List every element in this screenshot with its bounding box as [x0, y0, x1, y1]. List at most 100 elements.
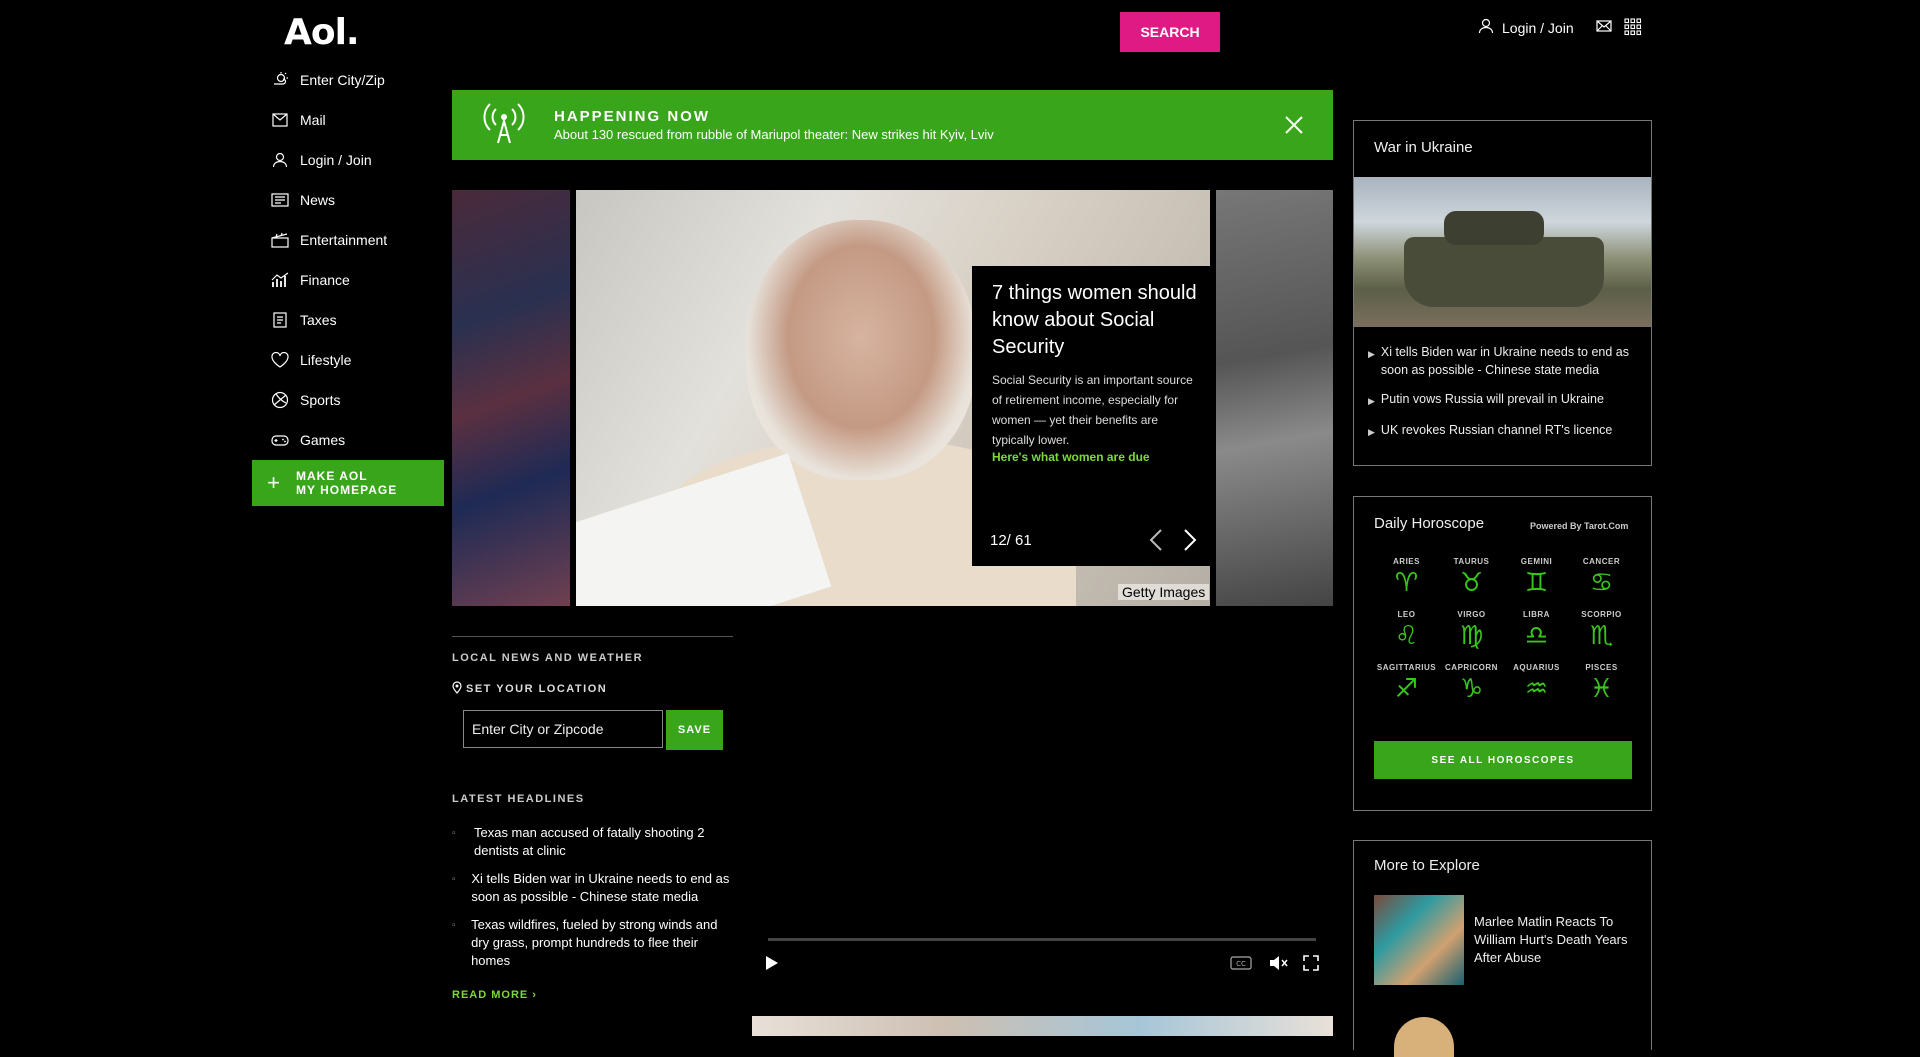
mail-icon[interactable] [1596, 18, 1612, 39]
list-item[interactable]: ▫ Texas man accused of fatally shooting 2… [452, 824, 734, 860]
sidebar-nav: Enter City/Zip Mail Login / Join News En… [270, 60, 450, 460]
happening-now-banner[interactable]: HAPPENING NOW About 130 rescued from rub… [452, 90, 1333, 160]
closed-captions-icon[interactable]: CC [1230, 956, 1252, 975]
bullet-icon: ▫ [452, 920, 456, 931]
gemini-icon: ♊ [1524, 568, 1549, 598]
close-icon[interactable] [1279, 110, 1309, 140]
list-item[interactable]: ▫ Texas wildfires, fueled by strong winds… [452, 916, 734, 970]
save-location-button[interactable]: SAVE [666, 710, 723, 750]
finance-icon [270, 270, 290, 290]
list-item[interactable]: ▶ Putin vows Russia will prevail in Ukrai… [1368, 390, 1640, 410]
heart-icon [270, 350, 290, 370]
slide-previous-thumbnail[interactable] [452, 190, 570, 606]
slide-counter: 12/ 61 [990, 532, 1032, 549]
sidebar-item-taxes[interactable]: Taxes [270, 300, 450, 340]
zodiac-sign-leo[interactable]: LEO ♌ [1374, 610, 1439, 653]
header-login-link[interactable]: Login / Join [1478, 18, 1574, 37]
aol-logo[interactable]: Aol. [284, 12, 360, 53]
headline-text: Xi tells Biden war in Ukraine needs to e… [471, 871, 730, 904]
list-item[interactable]: ▫ Xi tells Biden war in Ukraine needs to … [452, 870, 734, 906]
sidebar-item-label: Finance [300, 272, 350, 288]
panel-title[interactable]: War in Ukraine [1374, 139, 1473, 156]
more-to-explore-panel: More to Explore Marlee Matlin Reacts To … [1353, 840, 1652, 1057]
slide-link[interactable]: Here's what women are due [992, 450, 1150, 464]
zodiac-sign-aquarius[interactable]: AQUARIUS ♒ [1504, 663, 1569, 706]
svg-text:CC: CC [1236, 960, 1246, 968]
ukraine-tank-image[interactable] [1354, 177, 1651, 327]
list-item[interactable]: ▶ Xi tells Biden war in Ukraine needs to … [1368, 343, 1640, 379]
explore-item-title[interactable]: Marlee Matlin Reacts To William Hurt's D… [1474, 913, 1634, 967]
cancer-icon: ♋ [1589, 568, 1614, 598]
zodiac-sign-capricorn[interactable]: CAPRICORN ♑ [1439, 663, 1504, 706]
mute-icon[interactable] [1268, 954, 1288, 977]
zodiac-grid: ARIES ♈ TAURUS ♉ GEMINI ♊ CANCER ♋ LEO ♌ VIRG… [1374, 557, 1634, 706]
next-video-thumbnail[interactable] [752, 1016, 1333, 1036]
video-player[interactable]: CC [752, 636, 1333, 988]
chevron-left-icon[interactable] [1148, 528, 1164, 557]
slide-next-thumbnail[interactable] [1216, 190, 1333, 606]
ukraine-headlines: ▶ Xi tells Biden war in Ukraine needs to … [1368, 343, 1640, 452]
happening-headline[interactable]: About 130 rescued from rubble of Mariupo… [554, 127, 1279, 142]
read-more-link[interactable]: READ MORE › [452, 989, 537, 1001]
slide-title[interactable]: 7 things women should know about Social … [992, 280, 1197, 361]
zodiac-sign-cancer[interactable]: CANCER ♋ [1569, 557, 1634, 600]
bullet-icon: ▫ [452, 828, 456, 839]
make-aol-homepage-button[interactable]: + MAKE AOL MY HOMEPAGE [252, 460, 444, 506]
virgo-icon: ♍ [1459, 621, 1484, 651]
sidebar-item-lifestyle[interactable]: Lifestyle [270, 340, 450, 380]
games-icon [270, 430, 290, 450]
sidebar-item-label: Mail [300, 112, 326, 128]
sidebar-item-label: Lifestyle [300, 352, 352, 368]
explore-item-image[interactable] [1374, 895, 1464, 985]
tank-turret-shape [1444, 211, 1544, 245]
ukraine-headline: UK revokes Russian channel RT's licence [1380, 423, 1613, 437]
sidebar-item-games[interactable]: Games [270, 420, 450, 460]
zodiac-sign-sagittarius[interactable]: SAGITTARIUS ♐ [1374, 663, 1439, 706]
sign-name: TAURUS [1453, 557, 1490, 566]
sign-name: LIBRA [1523, 610, 1550, 619]
zodiac-sign-taurus[interactable]: TAURUS ♉ [1439, 557, 1504, 600]
taxes-icon [270, 310, 290, 330]
user-icon [1478, 18, 1494, 37]
see-all-horoscopes-button[interactable]: SEE ALL HOROSCOPES [1374, 741, 1632, 779]
location-pin-icon [452, 681, 462, 697]
aries-icon: ♈ [1394, 568, 1419, 598]
sign-name: SAGITTARIUS [1376, 663, 1437, 672]
sidebar-item-finance[interactable]: Finance [270, 260, 450, 300]
powered-by-label[interactable]: Powered By Tarot.Com [1530, 521, 1628, 531]
taurus-icon: ♉ [1459, 568, 1484, 598]
zodiac-sign-virgo[interactable]: VIRGO ♍ [1439, 610, 1504, 653]
sidebar-item-login[interactable]: Login / Join [270, 140, 450, 180]
sidebar-item-mail[interactable]: Mail [270, 100, 450, 140]
play-triangle-icon: ▶ [1368, 349, 1375, 359]
zodiac-sign-pisces[interactable]: PISCES ♓ [1569, 663, 1634, 706]
header-login-label: Login / Join [1502, 19, 1574, 36]
list-item[interactable]: ▶ UK revokes Russian channel RT's licence [1368, 421, 1640, 441]
sign-name: VIRGO [1457, 610, 1486, 619]
sign-name: CANCER [1582, 557, 1621, 566]
sidebar-item-label: Enter City/Zip [300, 72, 385, 88]
zodiac-sign-scorpio[interactable]: SCORPIO ♏ [1569, 610, 1634, 653]
ukraine-headline: Xi tells Biden war in Ukraine needs to e… [1380, 345, 1629, 377]
sidebar-item-news[interactable]: News [270, 180, 450, 220]
sidebar-item-weather[interactable]: Enter City/Zip [270, 60, 450, 100]
city-zip-input[interactable] [463, 710, 663, 748]
fullscreen-icon[interactable] [1302, 954, 1320, 977]
sidebar-item-entertainment[interactable]: Entertainment [270, 220, 450, 260]
zodiac-sign-libra[interactable]: LIBRA ♎ [1504, 610, 1569, 653]
sidebar-item-sports[interactable]: Sports [270, 380, 450, 420]
sign-name: AQUARIUS [1513, 663, 1560, 672]
play-icon[interactable] [764, 954, 780, 977]
plus-icon: + [267, 470, 281, 495]
video-progress-bar[interactable] [768, 938, 1316, 941]
explore-item-image[interactable] [1394, 1017, 1454, 1057]
search-button[interactable]: SEARCH [1120, 12, 1220, 52]
apps-grid-icon[interactable] [1624, 18, 1642, 41]
sidebar-item-label: Entertainment [300, 232, 388, 248]
sports-ball-icon [270, 390, 290, 410]
chevron-right-icon[interactable] [1182, 528, 1198, 557]
zodiac-sign-aries[interactable]: ARIES ♈ [1374, 557, 1439, 600]
zodiac-sign-gemini[interactable]: GEMINI ♊ [1504, 557, 1569, 600]
set-location-label[interactable]: SET YOUR LOCATION [452, 681, 607, 697]
slide-body: Social Security is an important source o… [992, 373, 1193, 447]
